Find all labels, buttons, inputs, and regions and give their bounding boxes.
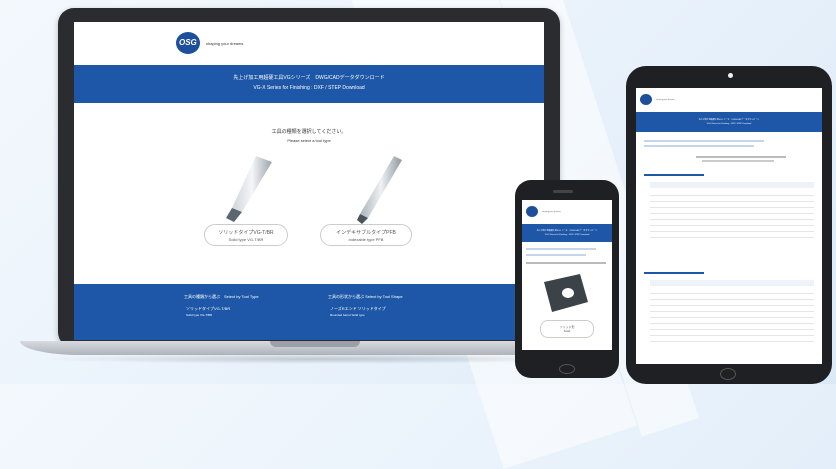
phone-header-jp: 先上げ加工用超硬工具VGシリーズ DWG/CADデータダウンロード: [536, 230, 598, 232]
footer-col1-item-jp: ソリッドタイプVG-T/BR: [186, 306, 231, 311]
select-prompt: 工具の種類を選択してください。 Please select a tool typ…: [74, 128, 544, 143]
footer-col1-item-en: Solid type VG-T/BR: [186, 313, 213, 317]
tagline: shaping your dreams: [206, 41, 244, 46]
phone-screen: shaping your dreams 先上げ加工用超硬工具VGシリーズ DWG…: [522, 200, 612, 350]
solid-type-label-en: Solid type VG-T/BR: [228, 237, 264, 242]
select-prompt-en: Please select a tool type: [287, 138, 331, 143]
tablet-camera-icon: [728, 73, 733, 78]
tablet-screen: shaping your dreams 先上げ加工用超硬工具VGシリーズ DWG…: [636, 88, 822, 364]
footer-col2-item[interactable]: ノーズRエンド ソリッドタイプ Rounded barrel Solid typ…: [330, 306, 386, 317]
phone-card-label-en: Solid: [563, 329, 571, 333]
footer-col2-item-en: Rounded barrel Solid type: [330, 313, 365, 317]
footer-col2-item-jp: ノーズRエンド ソリッドタイプ: [330, 306, 386, 311]
footer-col1-item[interactable]: ソリッドタイプVG-T/BR Solid type VG-T/BR: [186, 306, 230, 317]
phone-logo-icon[interactable]: [526, 206, 538, 217]
tablet-header-band: 先上げ加工用超硬工具VGシリーズ DWG/CADデータダウンロード VG-X S…: [636, 112, 822, 132]
header-title-jp: 先上げ加工用超硬工具VGシリーズ DWG/CADデータダウンロード: [233, 75, 385, 81]
phone-speaker: [553, 190, 573, 193]
phone-header-band: 先上げ加工用超硬工具VGシリーズ DWG/CADデータダウンロード VG-X S…: [522, 224, 612, 242]
tablet-logo-icon[interactable]: [640, 94, 652, 105]
phone-home-button[interactable]: [559, 364, 575, 374]
footer-nav: 工具の種類から選ぶ Select by Tool Type ソリッドタイプVG-…: [74, 284, 544, 340]
solid-type-button[interactable]: ソリッドタイプVG-T/BR Solid type VG-T/BR: [204, 224, 288, 246]
laptop-screen: OSG shaping your dreams 先上げ加工用超硬工具VGシリーズ…: [74, 22, 544, 340]
tablet-header-jp: 先上げ加工用超硬工具VGシリーズ DWG/CADデータダウンロード: [698, 119, 760, 121]
tablet-header-en: VG-X Series for Finishing : DXF / STEP D…: [706, 123, 752, 125]
indexable-type-button[interactable]: インデキサブルタイプPFB Indexable type PFB: [320, 224, 412, 246]
header-title-en: VG-X Series for Finishing : DXF / STEP D…: [253, 85, 365, 91]
insert-tool-image[interactable]: [540, 272, 592, 314]
solid-tool-image[interactable]: [214, 152, 284, 224]
indexable-type-label-jp: インデキサブルタイプPFB: [336, 230, 396, 236]
phone-tagline: shaping your dreams: [542, 211, 561, 213]
phone-solid-card[interactable]: ソリッド形 Solid: [540, 320, 594, 338]
footer-col2-title: 工具の形状から選ぶ Select by Tool Shape: [328, 294, 403, 299]
indexable-type-label-en: Indexable type PFB: [348, 237, 384, 242]
solid-type-label-jp: ソリッドタイプVG-T/BR: [218, 230, 274, 236]
phone-header-en: VG-X Series for Finishing : DXF / STEP D…: [544, 234, 590, 236]
tablet-tagline: shaping your dreams: [656, 99, 675, 101]
select-prompt-jp: 工具の種類を選択してください。: [271, 129, 347, 135]
footer-col1-title: 工具の種類から選ぶ Select by Tool Type: [184, 294, 259, 299]
logo-text: OSG: [179, 38, 197, 47]
header-band: 先上げ加工用超硬工具VGシリーズ DWG/CADデータダウンロード VG-X S…: [74, 65, 544, 103]
tablet-home-button[interactable]: [720, 368, 736, 380]
indexable-tool-image[interactable]: [354, 154, 404, 226]
